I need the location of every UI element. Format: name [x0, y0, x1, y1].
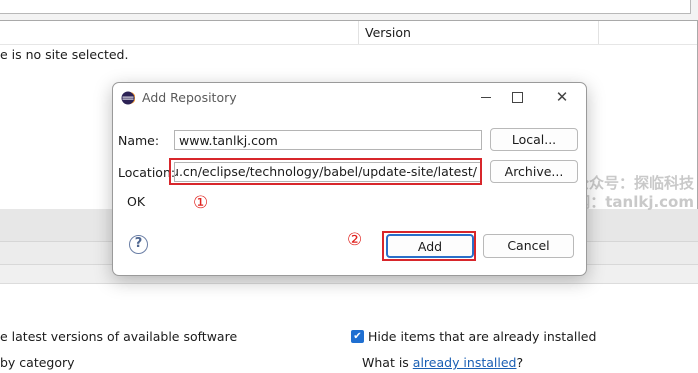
column-separator: [358, 21, 359, 44]
location-label: Location:: [118, 165, 176, 180]
site-table-header: Version: [0, 21, 697, 45]
what-is-suffix: ?: [516, 355, 524, 370]
location-highlight-box: [169, 158, 482, 185]
add-repository-dialog: Add Repository ✕ Name: Local... Location…: [112, 82, 587, 276]
help-icon[interactable]: ?: [129, 235, 148, 254]
name-label: Name:: [118, 133, 160, 148]
maximize-icon: [511, 92, 523, 103]
version-column-header[interactable]: Version: [365, 25, 411, 40]
minimize-button[interactable]: [472, 86, 500, 108]
maximize-button[interactable]: [503, 86, 531, 108]
what-is-installed-text: What is already installed?: [362, 355, 523, 370]
hide-installed-checkbox[interactable]: ✔: [351, 330, 364, 343]
what-is-prefix: What is: [362, 355, 413, 370]
minimize-icon: [481, 97, 491, 98]
step-marker-1: ①: [193, 193, 209, 213]
step-marker-2: ②: [347, 230, 363, 250]
status-message: OK: [127, 194, 146, 209]
add-button[interactable]: Add: [386, 234, 474, 258]
dialog-title: Add Repository: [142, 90, 237, 105]
archive-button[interactable]: Archive...: [490, 160, 578, 183]
show-latest-versions-option[interactable]: e latest versions of available software: [0, 329, 237, 344]
name-input[interactable]: [174, 130, 482, 150]
checkmark-icon: ✔: [353, 331, 362, 342]
cancel-button[interactable]: Cancel: [483, 234, 574, 258]
already-installed-link[interactable]: already installed: [413, 355, 517, 370]
column-separator: [598, 21, 599, 44]
group-by-category-option[interactable]: by category: [0, 355, 75, 370]
close-icon: ✕: [555, 88, 569, 106]
close-button[interactable]: ✕: [548, 86, 576, 108]
eclipse-icon: [121, 91, 135, 105]
local-button[interactable]: Local...: [490, 128, 578, 151]
no-site-message: e is no site selected.: [0, 47, 129, 62]
background-top-field: [0, 0, 691, 14]
hide-installed-label[interactable]: Hide items that are already installed: [368, 329, 596, 344]
